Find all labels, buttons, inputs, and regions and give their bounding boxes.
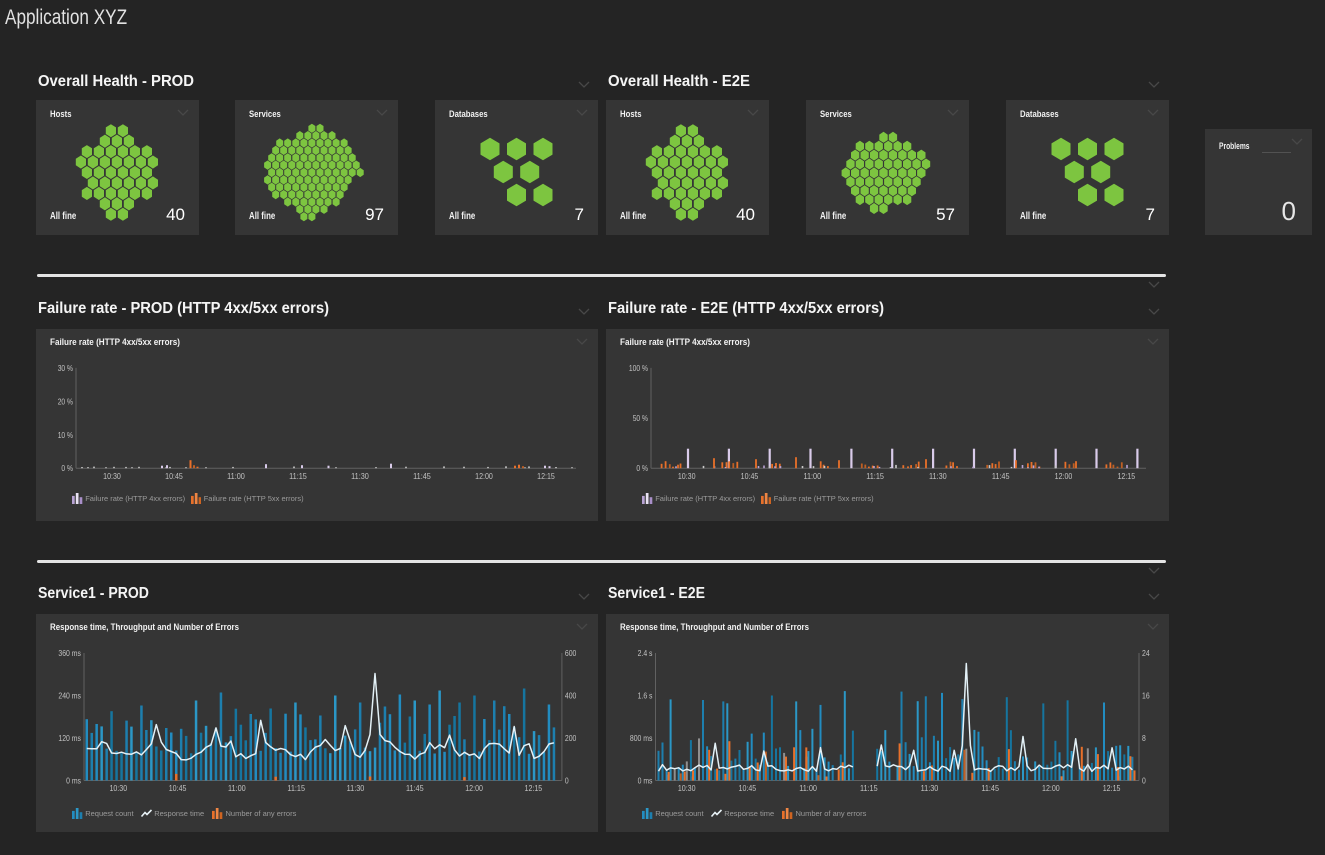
svg-text:11:00: 11:00 bbox=[799, 784, 817, 793]
svg-text:11:15: 11:15 bbox=[287, 784, 305, 793]
svg-text:11:15: 11:15 bbox=[289, 472, 307, 481]
svg-text:11:45: 11:45 bbox=[981, 784, 999, 793]
svg-text:0 ms: 0 ms bbox=[638, 777, 653, 786]
svg-text:11:00: 11:00 bbox=[803, 472, 821, 481]
svg-text:11:00: 11:00 bbox=[227, 472, 245, 481]
svg-text:360 ms: 360 ms bbox=[58, 649, 81, 658]
svg-text:50 %: 50 % bbox=[633, 414, 648, 423]
svg-text:11:15: 11:15 bbox=[860, 784, 878, 793]
svg-text:200: 200 bbox=[565, 734, 577, 743]
svg-text:0 ms: 0 ms bbox=[66, 777, 81, 786]
svg-text:12:00: 12:00 bbox=[1042, 784, 1060, 793]
svg-text:10:45: 10:45 bbox=[169, 784, 187, 793]
svg-text:20 %: 20 % bbox=[58, 397, 73, 406]
svg-text:10 %: 10 % bbox=[58, 431, 73, 440]
svg-text:24: 24 bbox=[1142, 649, 1150, 658]
svg-text:12:00: 12:00 bbox=[465, 784, 483, 793]
svg-text:10:45: 10:45 bbox=[741, 472, 759, 481]
svg-text:11:30: 11:30 bbox=[351, 472, 369, 481]
svg-text:30 %: 30 % bbox=[58, 364, 73, 373]
svg-text:0 %: 0 % bbox=[636, 464, 648, 473]
svg-text:11:45: 11:45 bbox=[413, 472, 431, 481]
svg-text:12:00: 12:00 bbox=[1055, 472, 1073, 481]
svg-text:10:30: 10:30 bbox=[678, 472, 696, 481]
svg-text:12:15: 12:15 bbox=[1103, 784, 1121, 793]
svg-text:11:45: 11:45 bbox=[406, 784, 424, 793]
svg-text:11:00: 11:00 bbox=[228, 784, 246, 793]
svg-text:400: 400 bbox=[565, 692, 577, 701]
svg-text:11:15: 11:15 bbox=[866, 472, 884, 481]
svg-text:12:15: 12:15 bbox=[537, 472, 555, 481]
svg-text:600: 600 bbox=[565, 649, 577, 658]
svg-text:0: 0 bbox=[565, 777, 569, 786]
svg-text:12:15: 12:15 bbox=[525, 784, 543, 793]
svg-text:10:45: 10:45 bbox=[739, 784, 757, 793]
svg-text:10:45: 10:45 bbox=[165, 472, 183, 481]
svg-text:11:30: 11:30 bbox=[921, 784, 939, 793]
svg-text:16: 16 bbox=[1142, 692, 1150, 701]
svg-text:800 ms: 800 ms bbox=[630, 734, 653, 743]
svg-text:11:45: 11:45 bbox=[992, 472, 1010, 481]
svg-text:12:15: 12:15 bbox=[1117, 472, 1135, 481]
svg-text:2.4 s: 2.4 s bbox=[638, 649, 653, 658]
svg-text:12:00: 12:00 bbox=[475, 472, 493, 481]
svg-text:1.6 s: 1.6 s bbox=[638, 692, 653, 701]
svg-text:10:30: 10:30 bbox=[103, 472, 121, 481]
svg-text:10:30: 10:30 bbox=[678, 784, 696, 793]
svg-text:11:30: 11:30 bbox=[347, 784, 365, 793]
svg-text:240 ms: 240 ms bbox=[58, 692, 81, 701]
svg-text:11:30: 11:30 bbox=[929, 472, 947, 481]
svg-text:0 %: 0 % bbox=[61, 464, 73, 473]
svg-text:100 %: 100 % bbox=[629, 364, 648, 373]
svg-text:120 ms: 120 ms bbox=[58, 734, 81, 743]
svg-text:8: 8 bbox=[1142, 734, 1146, 743]
svg-text:0: 0 bbox=[1142, 777, 1146, 786]
svg-text:10:30: 10:30 bbox=[109, 784, 127, 793]
